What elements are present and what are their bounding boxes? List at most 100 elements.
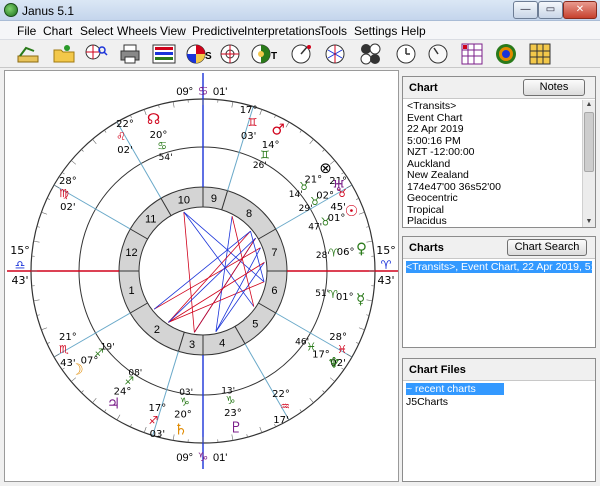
chart-info-title: Chart: [409, 82, 438, 94]
cusp-label-min: 02': [60, 202, 75, 213]
aspect-grid-icon[interactable]: [323, 42, 347, 66]
cusp-label-sign: ♈: [381, 258, 392, 272]
planet-glyph: ☿: [356, 290, 365, 308]
menu-wheels[interactable]: Wheels: [117, 24, 157, 38]
cusp-label-sign: ♏: [59, 343, 69, 356]
grid-icon[interactable]: [528, 42, 552, 66]
house-number-6: 6: [271, 285, 277, 297]
menu-bar: File Chart Select Wheels View Predictive…: [0, 21, 600, 40]
scroll-thumb[interactable]: [584, 112, 594, 172]
cusp-label-deg: 17°: [149, 403, 167, 414]
cusp-label-min: 45': [330, 202, 345, 213]
toolbar-t-label: T: [271, 51, 278, 62]
planet-min: 14': [289, 190, 303, 200]
open-chart-icon[interactable]: [16, 42, 40, 66]
planet-deg: 24°: [114, 386, 132, 397]
house-number-11: 11: [145, 214, 156, 226]
planet-sign: ♈: [329, 247, 339, 260]
cusp-label-sign: ♊: [248, 116, 258, 129]
list-item[interactable]: J5Charts: [406, 396, 504, 408]
close-button[interactable]: ✕: [563, 1, 597, 19]
chart-wheel[interactable]: 123 45678910111215°♎43'21°♏43'17°♐03'09° ♑…: [5, 71, 398, 481]
cusp-label-sign: ♎: [15, 258, 26, 272]
planet-sign: ♈: [328, 288, 338, 301]
cusp-label-sign: ♐: [148, 414, 158, 427]
planet-glyph: ☊: [147, 110, 160, 128]
planet-deg: 20°: [174, 410, 192, 421]
window-title: Janus 5.1: [22, 4, 75, 18]
scroll-down-icon[interactable]: ▼: [584, 217, 594, 227]
cusp-label-deg: 28°: [59, 176, 77, 187]
calendar-grid-icon[interactable]: [460, 42, 484, 66]
search-chart-icon[interactable]: [84, 42, 108, 66]
menu-view[interactable]: View: [160, 24, 186, 38]
chart-info-scrollbar[interactable]: ▲ ▼: [582, 100, 595, 227]
chart-info-line: New Zealand: [407, 169, 469, 181]
list-item[interactable]: <Transits>, Event Chart, 22 Apr 2019, 5:…: [406, 261, 592, 273]
planet-min: 54': [159, 153, 173, 163]
planet-min: 26': [253, 161, 267, 171]
menu-predictive[interactable]: Predictive: [192, 24, 245, 38]
scroll-up-icon[interactable]: ▲: [584, 100, 594, 110]
cusp-label-min: 43': [11, 274, 28, 287]
menu-interpretations[interactable]: Interpretations: [244, 24, 321, 38]
cusp-label-deg: 22°: [116, 119, 134, 130]
chart-files-panel: Chart Files ~ recent charts J5Charts: [402, 358, 596, 482]
time-icon[interactable]: [426, 42, 450, 66]
chart-files-header: Chart Files: [403, 359, 595, 381]
planet-min: 13': [221, 386, 235, 396]
wheel-icon[interactable]: [218, 42, 242, 66]
chart-info-panel: Chart Notes <Transits> Event Chart 22 Apr …: [402, 76, 596, 228]
toolbar: S T: [0, 40, 600, 68]
cusp-label-deg: 17°: [240, 105, 258, 116]
chart-search-button[interactable]: Chart Search: [507, 239, 587, 256]
wheel-color-icon[interactable]: [358, 42, 382, 66]
menu-chart[interactable]: Chart: [43, 24, 72, 38]
charts-panel: Charts Chart Search <Transits>, Event Ch…: [402, 236, 596, 348]
menu-select[interactable]: Select: [80, 24, 113, 38]
notes-button[interactable]: Notes: [523, 79, 585, 96]
house-number-10: 10: [178, 195, 190, 207]
chart-wheel-panel[interactable]: 1 2 3 4 5 6 7 8 9 10 11 12 15° ♎ 43' 21° ♏ 43' 17° ♐ 03' 09° ♑…: [4, 70, 399, 482]
chart-info-line: Geocentric: [407, 192, 458, 204]
house-number-9: 9: [211, 193, 217, 205]
planet-min: 03': [179, 388, 193, 398]
clock-icon[interactable]: [394, 42, 418, 66]
chart-info-line: 22 Apr 2019: [407, 123, 464, 135]
planet-deg: 06°: [337, 247, 355, 258]
chart-data-icon[interactable]: [152, 42, 176, 66]
house-number-3: 3: [189, 339, 195, 351]
menu-tools[interactable]: Tools: [319, 24, 347, 38]
chart-info-text: <Transits> Event Chart 22 Apr 2019 5:00:16 …: [407, 100, 577, 228]
cusp-label-min: 03': [150, 429, 165, 440]
cusp-label-sign: ♍: [59, 187, 69, 200]
planet-min: 08': [128, 368, 142, 378]
menu-settings[interactable]: Settings: [354, 24, 397, 38]
chart-info-header: Chart Notes: [403, 77, 595, 99]
open-folder-icon[interactable]: [52, 42, 76, 66]
planet-glyph: ♀: [356, 240, 367, 258]
planet-deg: 23°: [224, 408, 242, 419]
target-icon[interactable]: [494, 42, 518, 66]
list-item[interactable]: ~ recent charts: [406, 383, 504, 395]
print-icon[interactable]: [118, 42, 142, 66]
maximize-button[interactable]: ▭: [538, 1, 563, 19]
app-logo-icon: [4, 3, 18, 17]
menu-file[interactable]: File: [17, 24, 36, 38]
menu-help[interactable]: Help: [401, 24, 426, 38]
cusp-label-deg: 09°: [176, 452, 193, 464]
cusp-label-sign: ♌: [116, 130, 126, 143]
cusp-label-deg: 15°: [376, 244, 396, 257]
minimize-button[interactable]: —: [513, 1, 538, 19]
planet-glyph: ♂: [271, 121, 284, 139]
chart-files-title: Chart Files: [409, 364, 466, 376]
cusp-label-deg: 28°: [329, 332, 347, 343]
cusp-label-min: 03': [241, 131, 256, 142]
dial-icon[interactable]: [290, 42, 314, 66]
toolbar-s-label: S: [205, 51, 212, 62]
house-number-7: 7: [271, 247, 277, 259]
cusp-label-min: 17': [273, 415, 288, 426]
planet-min: 28': [316, 251, 330, 261]
charts-header: Charts Chart Search: [403, 237, 595, 259]
cusp-label-min: 01': [213, 86, 227, 98]
